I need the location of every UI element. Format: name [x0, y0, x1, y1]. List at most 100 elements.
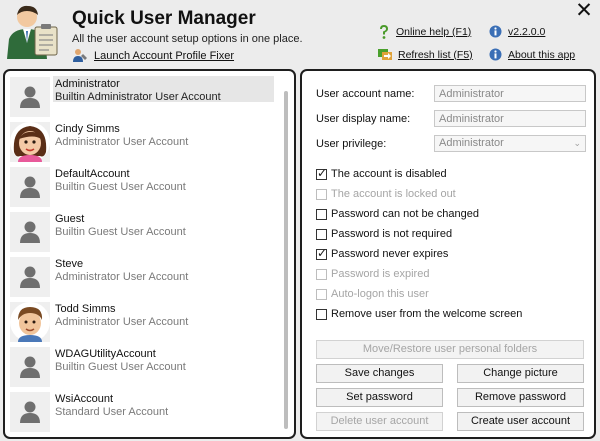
- user-name: DefaultAccount: [55, 168, 130, 180]
- privilege-select[interactable]: Administrator ⌄: [434, 135, 586, 152]
- option-label: Password can not be changed: [331, 208, 479, 220]
- change-picture-button[interactable]: Change picture: [457, 364, 584, 383]
- user-description: Administrator User Account: [55, 136, 189, 148]
- user-info: Steve Administrator User Account: [53, 256, 274, 283]
- version-label: v2.2.0.0: [508, 25, 546, 38]
- user-description: Builtin Guest User Account: [55, 226, 186, 238]
- user-list-item[interactable]: Todd Simms Administrator User Account: [10, 301, 274, 346]
- account-name-input[interactable]: [434, 85, 586, 102]
- user-details-panel: User account name: User display name: Us…: [300, 69, 596, 439]
- option-checkbox-row[interactable]: Auto-logon this user: [316, 288, 429, 300]
- user-list-item[interactable]: Steve Administrator User Account: [10, 256, 274, 301]
- user-info: WsiAccount Standard User Account: [53, 391, 274, 418]
- info-icon: [489, 25, 502, 38]
- user-info: DefaultAccount Builtin Guest User Account: [53, 166, 274, 193]
- user-description: Standard User Account: [55, 406, 169, 418]
- user-list-panel: Administrator Builtin Administrator User …: [3, 69, 296, 439]
- refresh-list-link[interactable]: Refresh list (F5): [378, 48, 473, 61]
- about-info-icon: [489, 48, 502, 61]
- user-info: Todd Simms Administrator User Account: [53, 301, 274, 328]
- woman-avatar-icon: [10, 122, 50, 162]
- option-label: Password never expires: [331, 248, 449, 260]
- user-name: Steve: [55, 258, 84, 270]
- delete-user-account-button[interactable]: Delete user account: [316, 412, 443, 431]
- remove-password-button[interactable]: Remove password: [457, 388, 584, 407]
- display-name-row: User display name:: [316, 110, 586, 127]
- checkbox[interactable]: ✓: [316, 245, 328, 260]
- display-name-input[interactable]: [434, 110, 586, 127]
- user-list-item[interactable]: DefaultAccount Builtin Guest User Account: [10, 166, 274, 211]
- user-description: Builtin Guest User Account: [55, 361, 186, 373]
- app-header: Quick User Manager All the user account …: [0, 0, 600, 66]
- user-manager-logo: [7, 5, 58, 59]
- default-avatar-icon: [10, 347, 50, 387]
- user-info: WDAGUtilityAccount Builtin Guest User Acc…: [53, 346, 274, 373]
- option-label: Remove user from the welcome screen: [331, 308, 523, 320]
- user-name: Guest: [55, 213, 85, 225]
- user-name: Administrator: [55, 78, 120, 90]
- save-changes-button[interactable]: Save changes: [316, 364, 443, 383]
- about-link[interactable]: About this app: [489, 48, 575, 61]
- option-label: Auto-logon this user: [331, 288, 429, 300]
- app-title: Quick User Manager: [72, 8, 256, 29]
- version-link[interactable]: v2.2.0.0: [489, 25, 545, 38]
- default-avatar-icon: [10, 392, 50, 432]
- user-list-item[interactable]: Cindy Simms Administrator User Account: [10, 121, 274, 166]
- option-label: Password is not required: [331, 228, 453, 240]
- profile-fixer-icon: [73, 49, 87, 62]
- option-label: The account is disabled: [331, 168, 447, 180]
- option-label: The account is locked out: [331, 188, 456, 200]
- user-list-item[interactable]: Guest Builtin Guest User Account: [10, 211, 274, 256]
- launch-profile-fixer-link[interactable]: Launch Account Profile Fixer: [72, 48, 234, 63]
- user-list-item[interactable]: WsiAccount Standard User Account: [10, 391, 274, 436]
- move-restore-folders-button[interactable]: Move/Restore user personal folders: [316, 340, 584, 359]
- default-avatar-icon: [10, 212, 50, 252]
- checkbox[interactable]: [316, 188, 327, 200]
- close-button[interactable]: ✕: [574, 0, 594, 22]
- refresh-list-label: Refresh list (F5): [398, 48, 473, 61]
- about-label: About this app: [508, 48, 576, 61]
- option-checkbox-row[interactable]: The account is locked out: [316, 188, 456, 200]
- option-checkbox-row[interactable]: Password can not be changed: [316, 208, 479, 220]
- close-icon: ✕: [575, 0, 593, 22]
- checkbox[interactable]: [316, 208, 327, 220]
- option-checkbox-row[interactable]: Password is expired: [316, 268, 429, 280]
- checkmark-icon: ✓: [317, 165, 328, 180]
- checkmark-icon: ✓: [317, 245, 328, 260]
- help-icon: [380, 25, 388, 39]
- user-list-item[interactable]: Administrator Builtin Administrator User …: [10, 76, 274, 121]
- user-name: Todd Simms: [55, 303, 116, 315]
- option-checkbox-row[interactable]: Remove user from the welcome screen: [316, 308, 522, 320]
- option-checkbox-row[interactable]: ✓ Password never expires: [316, 245, 449, 260]
- create-user-account-button[interactable]: Create user account: [457, 412, 584, 431]
- checkbox[interactable]: [316, 288, 327, 300]
- user-description: Builtin Administrator User Account: [55, 91, 221, 103]
- default-avatar-icon: [10, 257, 50, 297]
- online-help-label: Online help (F1): [396, 26, 472, 38]
- user-description: Builtin Guest User Account: [55, 181, 186, 193]
- user-name: WDAGUtilityAccount: [55, 348, 156, 360]
- account-name-label: User account name:: [316, 87, 415, 100]
- user-description: Administrator User Account: [55, 271, 189, 283]
- account-name-row: User account name:: [316, 85, 586, 102]
- online-help-link[interactable]: Online help (F1): [378, 25, 471, 39]
- checkbox[interactable]: [316, 228, 327, 240]
- display-name-label: User display name:: [316, 112, 411, 125]
- user-info: Guest Builtin Guest User Account: [53, 211, 274, 238]
- option-label: Password is expired: [331, 268, 430, 280]
- option-checkbox-row[interactable]: Password is not required: [316, 228, 452, 240]
- chevron-down-icon: ⌄: [573, 138, 581, 148]
- option-checkbox-row[interactable]: ✓ The account is disabled: [316, 165, 447, 180]
- checkbox[interactable]: ✓: [316, 165, 328, 180]
- default-avatar-icon: [10, 167, 50, 207]
- user-list-scrollbar[interactable]: [284, 91, 288, 429]
- user-name: WsiAccount: [55, 393, 114, 405]
- privilege-value: Administrator: [439, 137, 504, 149]
- checkbox[interactable]: [316, 268, 327, 280]
- checkbox[interactable]: [316, 308, 327, 320]
- privilege-row: User privilege: Administrator ⌄: [316, 135, 586, 152]
- default-avatar-icon: [10, 77, 50, 117]
- user-info: Cindy Simms Administrator User Account: [53, 121, 274, 148]
- user-list-item[interactable]: WDAGUtilityAccount Builtin Guest User Acc…: [10, 346, 274, 391]
- set-password-button[interactable]: Set password: [316, 388, 443, 407]
